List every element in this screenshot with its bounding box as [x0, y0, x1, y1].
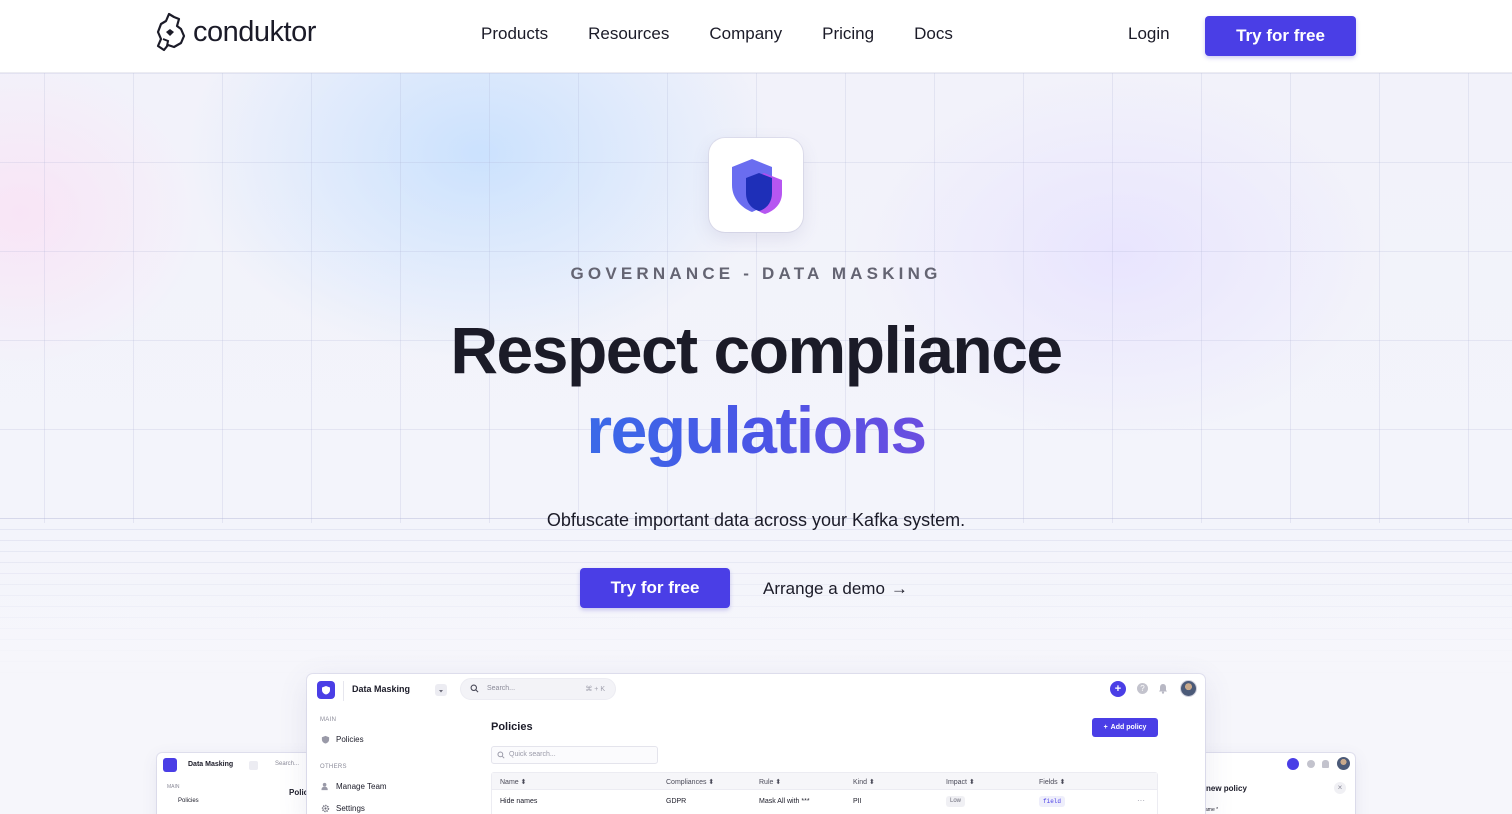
- nav-docs[interactable]: Docs: [914, 24, 953, 44]
- product-mockup: Data Masking Search... ⌘ + K + ? MAIN Po…: [307, 674, 1205, 814]
- divider: [343, 681, 344, 701]
- app-badge-icon: [317, 681, 335, 699]
- plus-icon: +: [1103, 724, 1108, 731]
- shield-tile: [709, 138, 803, 232]
- mockup-left-app-name: Data Masking: [188, 761, 234, 768]
- row-menu-icon[interactable]: ···: [1137, 796, 1145, 805]
- plus-icon[interactable]: +: [1110, 681, 1126, 697]
- mockup-left-preview: Data Masking Search... MAIN Policies Pol…: [157, 753, 317, 814]
- quick-search-input[interactable]: Quick search...: [491, 746, 658, 764]
- field-badge: field: [1039, 796, 1066, 807]
- avatar: [1337, 757, 1350, 770]
- sidebar-others-label: OTHERS: [320, 764, 347, 770]
- table-header: Name ⬍ Compliances ⬍ Rule ⬍ Kind ⬍ Impac…: [492, 773, 1157, 790]
- cell-kind: PII: [853, 798, 862, 805]
- team-icon: [321, 782, 328, 791]
- column-header-kind[interactable]: Kind ⬍: [853, 778, 875, 786]
- quick-search-placeholder: Quick search...: [509, 751, 556, 758]
- help-icon: [1307, 760, 1315, 768]
- page-title: Policies: [491, 721, 533, 733]
- nav-company[interactable]: Company: [709, 24, 782, 44]
- column-header-impact[interactable]: Impact ⬍: [946, 778, 975, 786]
- mockup-right-field-label: ame *: [1205, 807, 1219, 813]
- chevron-down-icon: [249, 761, 258, 770]
- mockup-right-title: new policy: [1206, 784, 1247, 793]
- mockup-left-title: Polic: [289, 788, 309, 797]
- shield-small-icon: [321, 735, 330, 744]
- sidebar-item-label: Manage Team: [336, 782, 387, 791]
- hero-headline-accent-text: regulations: [586, 393, 927, 467]
- cell-compliance: GDPR: [666, 798, 687, 805]
- sidebar-item-label: Settings: [336, 804, 365, 813]
- arrow-right-icon: →: [890, 579, 908, 598]
- nav-products[interactable]: Products: [481, 24, 548, 44]
- column-header-name[interactable]: Name ⬍: [500, 778, 527, 786]
- nav-resources[interactable]: Resources: [588, 24, 669, 44]
- search-shortcut: ⌘ + K: [585, 686, 605, 693]
- sidebar-item-policies[interactable]: Policies: [321, 735, 364, 744]
- sidebar-main-label: MAIN: [320, 717, 337, 723]
- bell-icon[interactable]: [1158, 683, 1168, 694]
- impact-badge: Low: [946, 796, 966, 807]
- chevron-down-icon[interactable]: [435, 684, 447, 696]
- conduktor-logo-icon: [156, 12, 186, 52]
- add-policy-label: Add policy: [1110, 724, 1147, 731]
- hero-eyebrow: GOVERNANCE - DATA MASKING: [570, 264, 942, 283]
- sidebar-item-settings[interactable]: Settings: [321, 804, 365, 813]
- search-placeholder: Search...: [487, 685, 516, 692]
- column-header-fields[interactable]: Fields ⬍: [1039, 778, 1066, 786]
- shield-icon: [732, 159, 782, 214]
- mockup-search-input[interactable]: Search... ⌘ + K: [460, 678, 616, 700]
- app-badge-icon: [163, 758, 177, 772]
- hero-headline-accent: regulations: [0, 394, 1512, 466]
- nav-pricing[interactable]: Pricing: [822, 24, 874, 44]
- policies-table: Name ⬍ Compliances ⬍ Rule ⬍ Kind ⬍ Impac…: [491, 772, 1158, 814]
- main-nav: Products Resources Company Pricing Docs: [481, 24, 953, 44]
- avatar[interactable]: [1180, 680, 1197, 697]
- gear-icon: [321, 804, 330, 813]
- close-icon[interactable]: ×: [1334, 782, 1346, 794]
- shield-small-icon: [322, 686, 330, 695]
- login-link[interactable]: Login: [1128, 24, 1170, 44]
- mockup-right-preview: new policy × ame *: [1195, 753, 1355, 814]
- column-header-compliances[interactable]: Compliances ⬍: [666, 778, 714, 786]
- sidebar-item-label: Policies: [336, 735, 364, 744]
- mockup-left-search: Search...: [275, 761, 300, 767]
- arrange-demo-link[interactable]: Arrange a demo →: [763, 579, 908, 599]
- logo[interactable]: conduktor: [155, 12, 316, 52]
- column-header-rule[interactable]: Rule ⬍: [759, 778, 781, 786]
- logo-text: conduktor: [193, 15, 316, 48]
- mockup-left-main-label: MAIN: [167, 784, 180, 790]
- mockup-sidebar: MAIN Policies OTHERS Manage Team Setting…: [307, 708, 473, 814]
- hero-try-free-button[interactable]: Try for free: [580, 568, 730, 608]
- header-try-free-button[interactable]: Try for free: [1205, 16, 1356, 56]
- app-name: Data Masking: [352, 684, 411, 694]
- hero-subhead: Obfuscate important data across your Kaf…: [546, 510, 966, 530]
- add-policy-button[interactable]: + Add policy: [1092, 718, 1158, 737]
- bell-icon: [1322, 760, 1329, 768]
- arrange-demo-label: Arrange a demo: [763, 579, 885, 598]
- sidebar-item-manage-team[interactable]: Manage Team: [321, 782, 387, 791]
- plus-icon: [1287, 758, 1299, 770]
- cell-rule: Mask All with ***: [759, 798, 810, 805]
- site-header: conduktor Products Resources Company Pri…: [0, 0, 1512, 73]
- mockup-left-policies: Policies: [178, 798, 199, 804]
- search-icon: [497, 751, 505, 759]
- help-icon[interactable]: ?: [1137, 683, 1148, 694]
- cell-name: Hide names: [500, 798, 538, 805]
- hero-headline: Respect compliance: [450, 313, 1063, 387]
- mockup-topbar: Data Masking Search... ⌘ + K + ?: [307, 674, 1205, 708]
- search-icon: [470, 684, 479, 693]
